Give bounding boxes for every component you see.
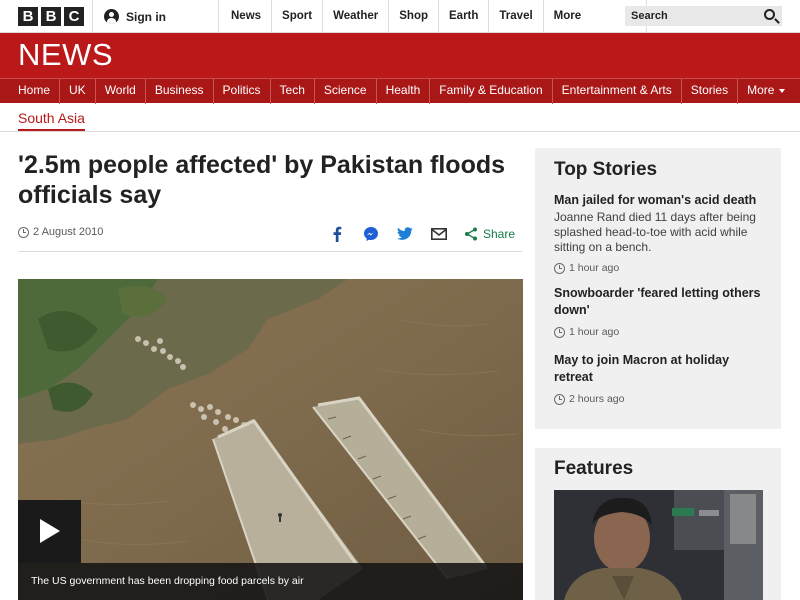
search-input[interactable]: Search [625, 6, 782, 26]
divider [0, 131, 800, 132]
email-icon [431, 228, 447, 240]
section-nav-politics[interactable]: Politics [214, 79, 271, 104]
global-nav-shop[interactable]: Shop [389, 0, 439, 33]
share-label: Share [483, 227, 516, 241]
list-item[interactable]: May to join Macron at holiday retreat 2 … [554, 352, 769, 405]
section-nav-world[interactable]: World [96, 79, 146, 104]
global-nav: News Sport Weather Shop Earth Travel Mor… [221, 0, 647, 33]
bbc-logo-letter: C [64, 7, 84, 26]
share-tools: Share [328, 224, 515, 244]
search-icon[interactable] [764, 9, 775, 20]
clock-icon [554, 262, 565, 274]
global-nav-sport[interactable]: Sport [272, 0, 324, 33]
section-nav-more[interactable]: More [738, 79, 794, 104]
chevron-down-icon [779, 88, 786, 93]
section-nav-health[interactable]: Health [377, 79, 431, 104]
signin-label: Sign in [126, 9, 166, 24]
story-time-text: 1 hour ago [569, 262, 620, 274]
feature-image[interactable] [554, 490, 763, 600]
list-item[interactable]: Snowboarder 'feared letting others down'… [554, 285, 769, 338]
features-panel: Features [535, 448, 781, 600]
story-title[interactable]: May to join Macron at holiday retreat [554, 352, 769, 386]
story-summary: Joanne Rand died 11 days after being spl… [554, 210, 756, 254]
global-nav-more-label: More [553, 10, 582, 22]
article-headline: '2.5m people affected' by Pakistan flood… [18, 151, 506, 209]
section-nav-home[interactable]: Home [9, 79, 61, 104]
story-timestamp: 1 hour ago [554, 262, 769, 274]
messenger-share-button[interactable] [362, 225, 380, 243]
story-title[interactable]: Man jailed for woman's acid death [554, 192, 769, 209]
top-stories-panel: Top Stories Man jailed for woman's acid … [535, 148, 781, 429]
section-nav-stories[interactable]: Stories [682, 79, 739, 104]
news-logo[interactable]: NEWS [18, 37, 113, 73]
global-nav-weather[interactable]: Weather [323, 0, 390, 33]
play-button[interactable] [18, 500, 81, 563]
clock-icon [554, 326, 565, 338]
section-nav-science[interactable]: Science [315, 79, 377, 104]
section-nav: Home UK World Business Politics Tech Sci… [0, 78, 800, 104]
article-video[interactable]: The US government has been dropping food… [18, 279, 523, 600]
image-caption: The US government has been dropping food… [31, 575, 304, 587]
facebook-share-button[interactable] [328, 225, 346, 243]
global-nav-travel[interactable]: Travel [489, 0, 544, 33]
share-icon [465, 227, 477, 241]
article-meta: 2 August 2010 Share [18, 222, 522, 252]
section-nav-family-education[interactable]: Family & Education [430, 79, 553, 104]
facebook-icon [333, 226, 342, 242]
flood-bridge-image [18, 279, 523, 600]
bbc-logo[interactable]: B B C [18, 7, 84, 26]
bbc-logo-letter: B [18, 7, 38, 26]
section-nav-uk[interactable]: UK [60, 79, 96, 104]
list-item[interactable]: Man jailed for woman's acid death Joanne… [554, 192, 769, 274]
article-date: 2 August 2010 [18, 226, 103, 238]
top-stories-title: Top Stories [554, 159, 658, 180]
section-nav-business[interactable]: Business [146, 79, 214, 104]
image-caption-bar: The US government has been dropping food… [18, 563, 523, 600]
global-nav-news[interactable]: News [221, 0, 273, 33]
twitter-share-button[interactable] [396, 225, 414, 243]
section-nav-more-label: More [747, 83, 775, 97]
email-share-button[interactable] [430, 225, 448, 243]
bbc-logo-letter: B [41, 7, 61, 26]
feature-photo [554, 490, 763, 600]
play-icon [40, 519, 60, 543]
clock-icon [554, 393, 565, 405]
clock-icon [18, 226, 29, 238]
global-nav-earth[interactable]: Earth [439, 0, 490, 33]
user-icon [104, 9, 119, 24]
story-timestamp: 2 hours ago [554, 393, 769, 405]
signin-button[interactable]: Sign in [92, 0, 219, 33]
story-time-text: 1 hour ago [569, 326, 620, 338]
search-placeholder: Search [631, 10, 668, 22]
section-nav-entertainment-arts[interactable]: Entertainment & Arts [553, 79, 682, 104]
section-label[interactable]: South Asia [18, 110, 85, 132]
messenger-icon [364, 227, 378, 241]
news-header: NEWS [0, 33, 800, 78]
story-time-text: 2 hours ago [569, 393, 625, 405]
twitter-icon [397, 227, 413, 240]
section-nav-tech[interactable]: Tech [271, 79, 315, 104]
features-title: Features [554, 458, 634, 479]
global-header: B B C Sign in News Sport Weather Shop Ea… [0, 0, 800, 33]
story-timestamp: 1 hour ago [554, 326, 769, 338]
article-date-text: 2 August 2010 [33, 226, 104, 238]
story-title[interactable]: Snowboarder 'feared letting others down' [554, 285, 769, 319]
share-button[interactable]: Share [464, 227, 515, 241]
